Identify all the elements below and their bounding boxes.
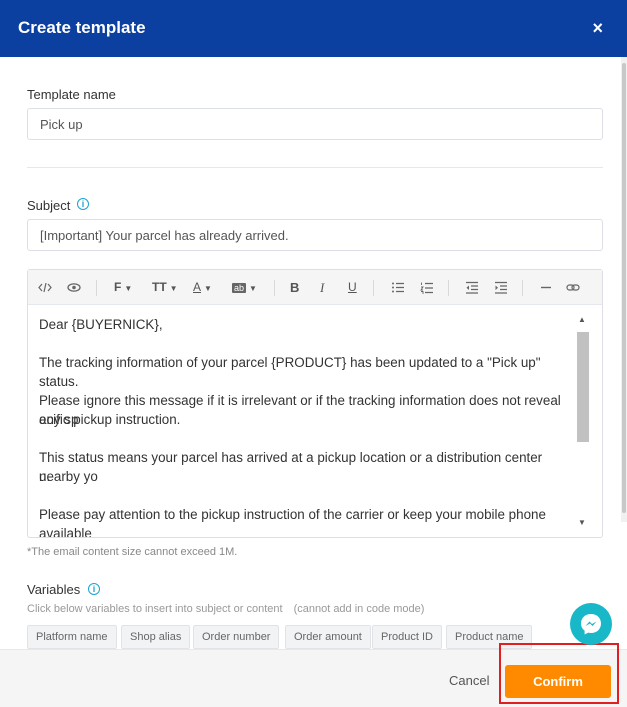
bold-button[interactable]: B [290,270,299,305]
toolbar-separator [373,280,374,296]
variables-hint: Click below variables to insert into sub… [27,603,425,615]
dialog-title: Create template [18,18,146,37]
content-paragraph: The tracking information of your parcel … [39,355,541,389]
italic-button[interactable]: I [320,270,324,305]
variable-chip[interactable]: Order number [193,625,280,649]
font-family-button[interactable]: F ▼ [114,270,132,305]
rich-text-editor: F ▼ TT ▼ A ▼ ab ▼ B I U Dear {BUYERNICK}, T [27,269,603,538]
dialog-scrollbar[interactable] [621,57,627,522]
variable-chip[interactable]: Product name [446,625,533,649]
cancel-button[interactable]: Cancel [449,673,489,688]
variable-chip[interactable]: Product ID [372,625,442,649]
subject-label: Subject [27,198,71,213]
close-icon[interactable]: × [592,18,603,39]
content-size-note: *The email content size cannot exceed 1M… [27,546,238,558]
editor-scrollbar-thumb[interactable] [577,332,589,442]
horizontal-rule-icon[interactable] [540,270,552,305]
template-name-input[interactable] [27,108,603,140]
caret-down-icon: ▼ [204,284,212,293]
content-paragraph: Dear {BUYERNICK}, [39,317,163,332]
toolbar-separator [96,280,97,296]
dialog-header: Create template × [0,0,627,57]
font-size-label: TT [152,280,167,294]
dialog-scrollbar-thumb[interactable] [622,63,626,513]
scroll-up-icon[interactable]: ▲ [578,315,586,324]
editor-scrollbar[interactable]: ▲ ▼ [576,315,589,527]
content-paragraph: ecific pickup instruction. [39,412,181,427]
outdent-icon[interactable] [465,270,479,305]
variable-chip[interactable]: Order amount [285,625,371,649]
divider [27,167,603,168]
variable-chip[interactable]: Platform name [27,625,117,649]
info-icon[interactable]: i [88,583,100,595]
toolbar-separator [448,280,449,296]
variables-label: Variables [27,582,81,597]
font-size-button[interactable]: TT ▼ [152,270,178,305]
editor-content[interactable]: Dear {BUYERNICK}, The tracking informati… [28,305,602,537]
confirm-button[interactable]: Confirm [505,665,611,698]
numbered-list-icon[interactable] [420,270,434,305]
font-color-button[interactable]: A ▼ [193,270,212,305]
caret-down-icon: ▼ [124,284,133,293]
font-family-label: F [114,280,122,294]
messenger-chat-button[interactable] [570,603,612,645]
content-paragraph: u. [39,469,51,484]
toolbar-separator [274,280,275,296]
underline-button[interactable]: U [348,270,357,305]
eye-icon[interactable] [67,270,81,305]
editor-toolbar: F ▼ TT ▼ A ▼ ab ▼ B I U [28,270,602,305]
caret-down-icon: ▼ [249,284,257,293]
content-paragraph: Please pay attention to the pickup instr… [39,507,546,537]
highlight-label: ab [232,283,247,293]
caret-down-icon: ▼ [169,284,178,293]
subject-input[interactable] [27,219,603,251]
indent-icon[interactable] [494,270,508,305]
link-icon[interactable] [566,270,580,305]
highlight-button[interactable]: ab ▼ [232,270,257,305]
dialog-footer: Cancel Confirm [0,649,627,707]
toolbar-separator [522,280,523,296]
scroll-down-icon[interactable]: ▼ [578,518,586,527]
messenger-icon [581,614,601,635]
code-icon[interactable] [38,270,52,305]
template-name-label: Template name [27,87,116,102]
font-color-label: A [193,280,202,294]
bullet-list-icon[interactable] [391,270,405,305]
info-icon[interactable]: i [77,198,89,210]
variable-chip[interactable]: Shop alias [121,625,191,649]
